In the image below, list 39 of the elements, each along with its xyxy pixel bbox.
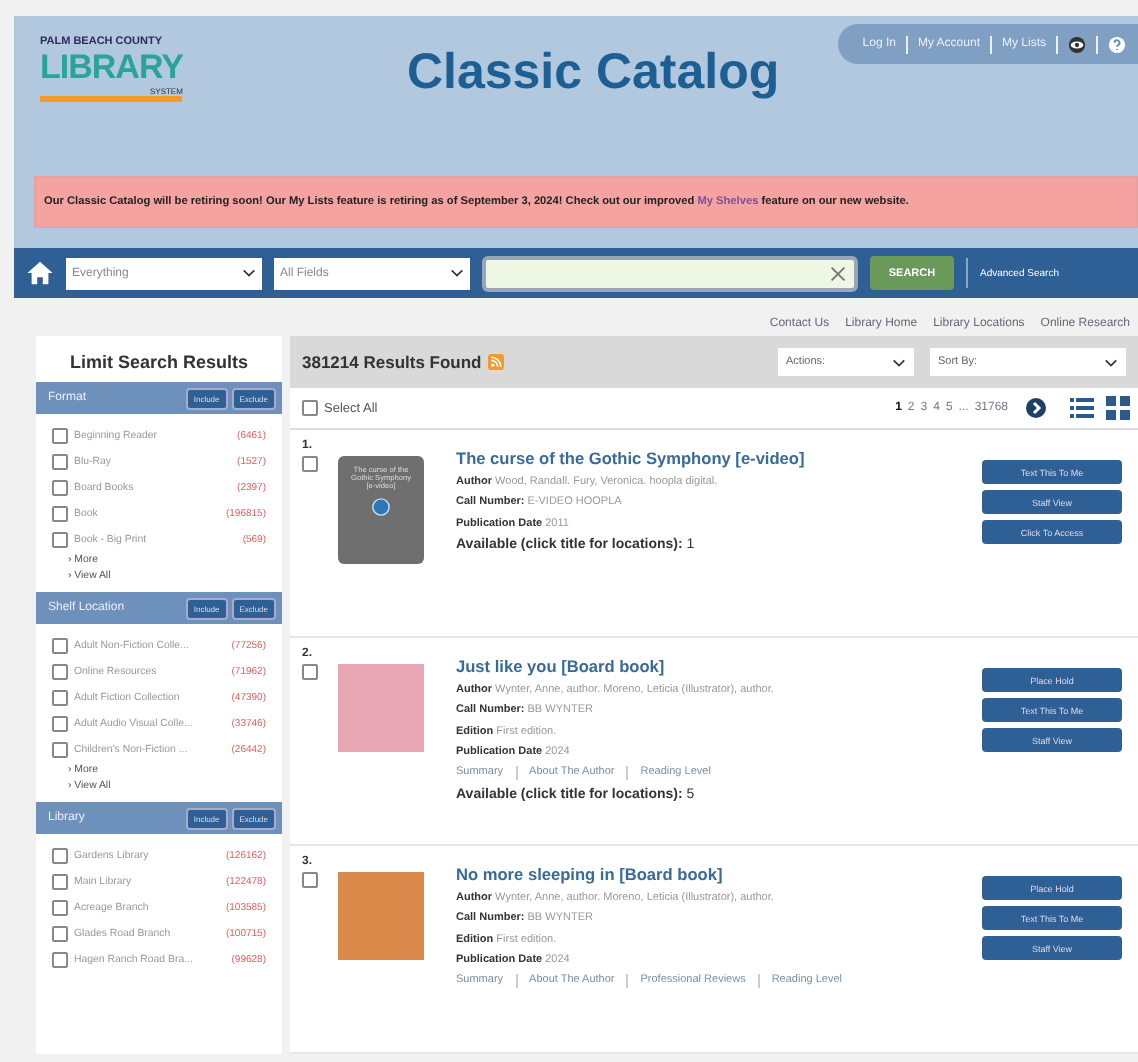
checkbox[interactable] <box>52 427 68 443</box>
checkbox[interactable] <box>52 479 68 495</box>
checkbox[interactable] <box>52 925 68 941</box>
checkbox[interactable] <box>52 531 68 547</box>
checkbox[interactable] <box>302 400 318 416</box>
sidebar-title: Limit Search Results <box>67 350 251 376</box>
home-icon[interactable] <box>26 260 54 286</box>
checkbox[interactable] <box>52 505 68 521</box>
result-title-link[interactable]: Just like you [Board book] <box>456 656 982 676</box>
help-icon[interactable] <box>1108 35 1126 53</box>
checkbox[interactable] <box>302 664 318 680</box>
checkbox[interactable] <box>302 872 318 888</box>
caret-icon <box>1104 357 1118 367</box>
search-field[interactable] <box>482 255 858 291</box>
checkbox[interactable] <box>52 951 68 967</box>
results-count: 381214 Results Found <box>302 352 482 372</box>
checkbox[interactable] <box>52 873 68 889</box>
caret-icon <box>450 268 464 278</box>
page-title: Classic Catalog <box>406 44 780 102</box>
globe-icon <box>372 498 390 516</box>
grid-view-icon[interactable] <box>1106 396 1130 420</box>
eye-icon[interactable] <box>1068 35 1086 53</box>
checkbox[interactable] <box>52 663 68 679</box>
checkbox[interactable] <box>52 847 68 863</box>
result-title-link[interactable]: No more sleeping in [Board book] <box>456 864 982 884</box>
clear-icon[interactable] <box>830 265 846 281</box>
checkbox[interactable] <box>52 715 68 731</box>
caret-icon <box>892 357 906 367</box>
list-view-icon[interactable] <box>1070 396 1094 420</box>
checkbox[interactable] <box>302 456 318 472</box>
next-page-icon[interactable] <box>1026 398 1046 418</box>
checkbox[interactable] <box>52 453 68 469</box>
caret-icon <box>242 268 256 278</box>
checkbox[interactable] <box>52 637 68 653</box>
checkbox[interactable] <box>52 741 68 757</box>
checkbox[interactable] <box>52 689 68 705</box>
checkbox[interactable] <box>52 899 68 915</box>
result-title-link[interactable]: The curse of the Gothic Symphony [e-video] <box>456 448 982 468</box>
rss-icon[interactable] <box>487 354 504 370</box>
